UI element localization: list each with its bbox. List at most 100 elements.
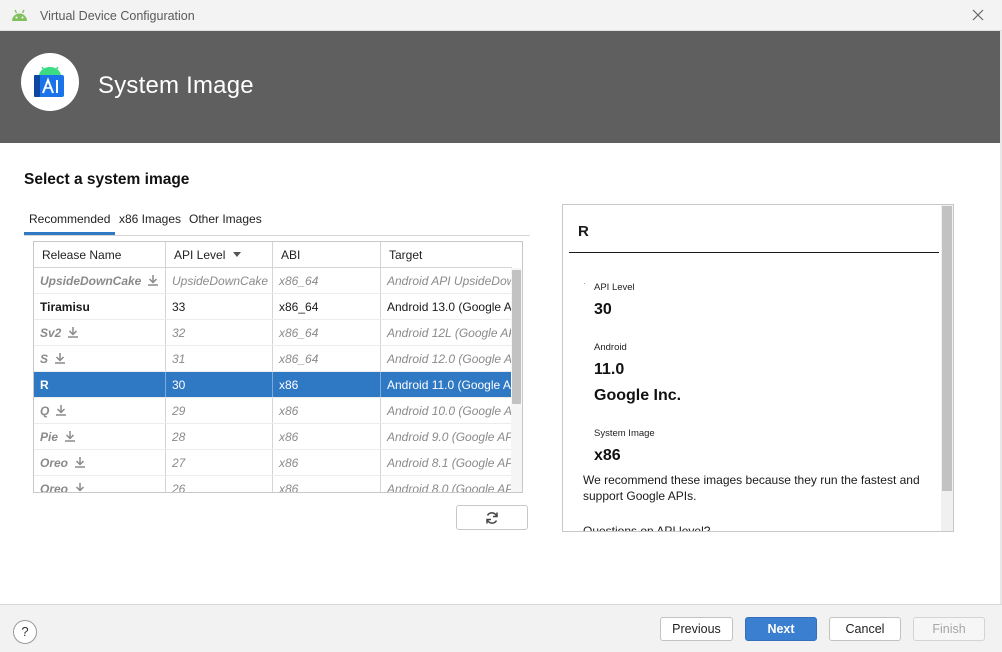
release-name-cell: Tiramisu (34, 294, 166, 319)
download-icon[interactable] (147, 274, 159, 286)
target-cell: Android 11.0 (Google APIs) (381, 372, 512, 397)
table-header: Release Name API Level ABI Target (34, 242, 512, 268)
abi-cell: x86 (273, 476, 381, 492)
table-row[interactable]: Oreo 27 x86 Android 8.1 (Google APIs) (34, 450, 512, 476)
cell-text: 30 (172, 378, 186, 392)
page-title: System Image (98, 72, 254, 99)
abi-cell: x86_64 (273, 320, 381, 345)
table-row[interactable]: R 30 x86 Android 11.0 (Google APIs) (34, 372, 512, 398)
target-cell: Android 8.1 (Google APIs) (381, 450, 512, 475)
cell-text: Android 13.0 (Google APIs) (387, 300, 512, 314)
cell-text: x86 (279, 378, 299, 392)
image-tabs: Recommended x86 Images Other Images (23, 208, 530, 236)
api-level-cell: 32 (166, 320, 273, 345)
cell-text: Android 12L (Google APIs) (387, 326, 512, 340)
cell-text: 29 (172, 404, 186, 418)
cell-text: x86_64 (279, 352, 319, 366)
tab-recommended[interactable]: Recommended (23, 212, 116, 235)
cell-text: x86_64 (279, 300, 319, 314)
cell-text: 26 (172, 482, 186, 493)
cell-text: Android API UpsideDownCake (387, 274, 512, 288)
cell-text: Android 11.0 (Google APIs) (387, 378, 512, 392)
android-studio-logo-icon (34, 66, 64, 97)
refresh-button[interactable] (456, 505, 528, 530)
api-level-cell: 29 (166, 398, 273, 423)
release-name-cell: Q (34, 398, 166, 423)
release-name-cell: Oreo (34, 476, 166, 493)
column-api-level[interactable]: API Level (166, 242, 273, 268)
image-details-panel: R · API Level 30 Android 11.0 Google Inc… (562, 204, 954, 532)
table-body: UpsideDownCake UpsideDownCake x86_64 Androi… (34, 268, 512, 493)
cell-text: Pie (40, 430, 59, 444)
title-bar: Virtual Device Configuration (0, 0, 1002, 31)
vendor-value: Google Inc. (594, 387, 682, 404)
release-name-cell: UpsideDownCake (34, 268, 166, 293)
table-row[interactable]: Oreo 26 x86 Android 8.0 (Google APIs) (34, 476, 512, 493)
column-release-name[interactable]: Release Name (34, 242, 166, 268)
table-row[interactable]: Tiramisu 33 x86_64 Android 13.0 (Google API… (34, 294, 512, 320)
cell-text: Android 9.0 (Google APIs) (387, 430, 512, 444)
cell-text: Q (40, 404, 50, 418)
abi-cell: x86 (273, 450, 381, 475)
cell-text: 27 (172, 456, 186, 470)
api-level-help-link[interactable]: Questions on API level? (583, 524, 710, 531)
target-cell: Android 8.0 (Google APIs) (381, 476, 512, 492)
table-row[interactable]: S 31 x86_64 Android 12.0 (Google APIs) (34, 346, 512, 372)
release-name-cell: S (34, 346, 166, 371)
tab-other-images[interactable]: Other Images (189, 212, 262, 226)
help-button[interactable]: ? (13, 620, 37, 644)
release-name-cell: Oreo (34, 450, 166, 475)
cell-text: x86 (279, 404, 299, 418)
download-icon[interactable] (55, 404, 67, 416)
api-level-label: API Level (594, 282, 635, 293)
table-row[interactable]: Pie 28 x86 Android 9.0 (Google APIs) (34, 424, 512, 450)
target-cell: Android 12L (Google APIs) (381, 320, 512, 345)
system-image-label: System Image (594, 428, 655, 439)
release-name-cell: Pie (34, 424, 166, 449)
cell-text: S (40, 352, 49, 366)
column-target[interactable]: Target (381, 242, 512, 268)
close-icon[interactable] (970, 7, 986, 23)
system-image-value: x86 (594, 447, 621, 464)
section-title: Select a system image (24, 171, 190, 188)
table-row[interactable]: UpsideDownCake UpsideDownCake x86_64 Androi… (34, 268, 512, 294)
sort-descending-icon (233, 252, 242, 258)
cell-text: R (40, 378, 49, 392)
download-icon[interactable] (64, 430, 76, 442)
bullet-mark: · (583, 279, 586, 288)
column-abi[interactable]: ABI (273, 242, 381, 268)
target-cell: Android 10.0 (Google APIs) (381, 398, 512, 423)
android-icon (12, 9, 27, 21)
download-icon[interactable] (67, 326, 79, 338)
abi-cell: x86 (273, 424, 381, 449)
dialog-footer: ? Previous Next Cancel Finish (0, 604, 1002, 652)
android-studio-logo (21, 53, 79, 111)
cell-text: Oreo (40, 456, 69, 470)
api-level-cell: 26 (166, 476, 273, 493)
header-banner: System Image (0, 31, 1002, 143)
finish-button[interactable]: Finish (913, 617, 985, 641)
details-scroll-thumb[interactable] (942, 206, 952, 491)
table-row[interactable]: Sv2 32 x86_64 Android 12L (Google APIs) (34, 320, 512, 346)
target-cell: Android API UpsideDownCake (381, 268, 512, 293)
previous-button[interactable]: Previous (660, 617, 733, 641)
tab-x86-images[interactable]: x86 Images (119, 212, 181, 226)
download-icon[interactable] (74, 482, 86, 493)
cancel-button[interactable]: Cancel (829, 617, 901, 641)
cell-text: Tiramisu (40, 300, 90, 314)
table-row[interactable]: Q 29 x86 Android 10.0 (Google APIs) (34, 398, 512, 424)
table-scroll-thumb[interactable] (512, 270, 521, 404)
cell-text: 31 (172, 352, 186, 366)
android-label: Android (594, 342, 627, 353)
cell-text: UpsideDownCake (172, 274, 269, 288)
download-icon[interactable] (74, 456, 86, 468)
cell-text: x86_64 (279, 274, 319, 288)
cell-text: 32 (172, 326, 186, 340)
cell-text: Oreo (40, 482, 69, 493)
details-divider (569, 252, 939, 253)
download-icon[interactable] (54, 352, 66, 364)
cell-text: Sv2 (40, 326, 62, 340)
cell-text: x86_64 (279, 326, 319, 340)
api-level-cell: 27 (166, 450, 273, 475)
next-button[interactable]: Next (745, 617, 817, 641)
